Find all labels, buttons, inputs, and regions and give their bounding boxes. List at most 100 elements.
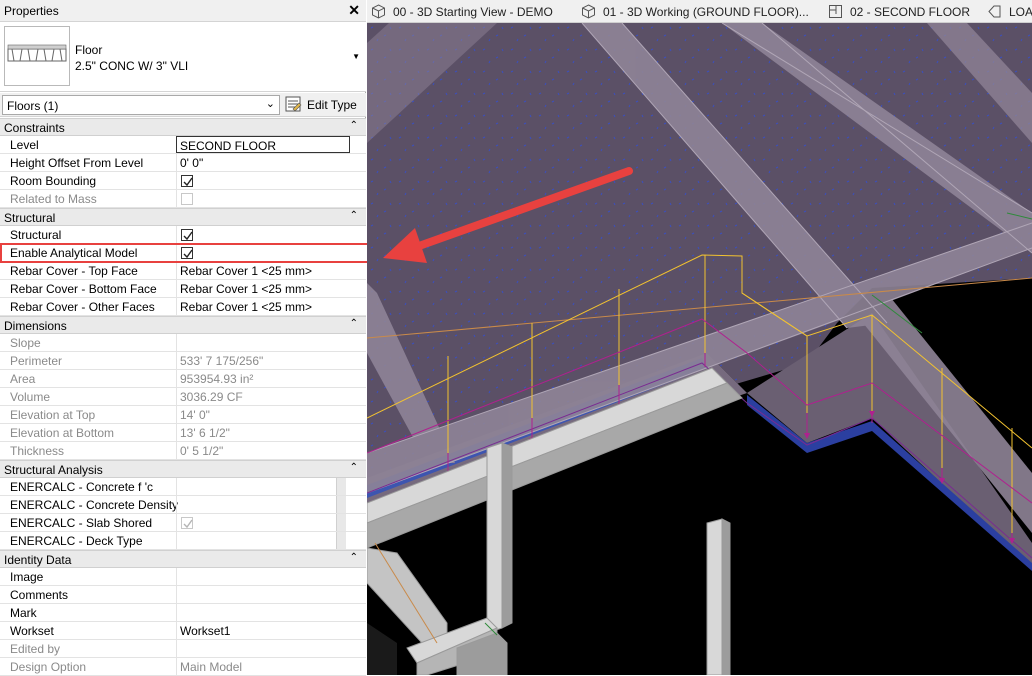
group-dimensions[interactable]: Dimensions ⌃ [0,316,366,334]
mark-field[interactable] [176,604,350,621]
cube-icon [371,4,386,19]
related-mass-cell [176,190,350,207]
height-offset-field[interactable]: 0' 0" [176,154,350,171]
param-rebar-bottom[interactable]: Rebar Cover - Bottom Face Rebar Cover 1 … [0,280,366,298]
group-structural-analysis[interactable]: Structural Analysis ⌃ [0,460,366,478]
tab-loa[interactable]: LOA [983,0,1032,23]
floor-plan-icon [828,4,843,19]
tab-3d-working[interactable]: 01 - 3D Working (GROUND FLOOR)... [577,0,817,23]
param-value: 13' 6 1/2" [180,426,230,440]
collapse-icon[interactable]: ⌃ [350,318,358,329]
group-title: Structural [4,211,56,225]
param-comments[interactable]: Comments [0,586,366,604]
image-field[interactable] [176,568,350,585]
collapse-icon[interactable]: ⌃ [350,462,358,473]
edited-by-field [176,640,350,657]
rebar-other-field[interactable]: Rebar Cover 1 <25 mm> [176,298,350,315]
param-label: ENERCALC - Concrete f 'c [10,480,153,494]
tab-second-floor[interactable]: 02 - SECOND FLOOR [824,0,974,23]
param-value: Workset1 [180,624,231,638]
group-title: Dimensions [4,319,67,333]
param-slope: Slope [0,334,366,352]
collapse-icon[interactable]: ⌃ [350,552,358,563]
group-constraints[interactable]: Constraints ⌃ [0,118,366,136]
slope-field [176,334,350,351]
area-field: 953954.93 in² [176,370,350,387]
palette-title-bar: Properties ✕ [0,0,366,22]
param-label: Comments [10,588,69,602]
edit-type-button[interactable]: Edit Type [285,95,363,115]
enercalc-deck-field[interactable] [176,532,350,549]
param-mark[interactable]: Mark [0,604,366,622]
tab-label: 01 - 3D Working (GROUND FLOOR)... [603,5,809,19]
collapse-icon[interactable]: ⌃ [350,120,358,131]
param-label: Room Bounding [10,174,97,188]
param-image[interactable]: Image [0,568,366,586]
param-label: Image [10,570,44,584]
enercalc-shored-cell [176,514,350,531]
param-label: Area [10,372,36,386]
room-bounding-cell [176,172,350,189]
param-enercalc-density[interactable]: ENERCALC - Concrete Density [0,496,366,514]
param-enercalc-fc[interactable]: ENERCALC - Concrete f 'c [0,478,366,496]
3d-viewport[interactable] [367,23,1032,675]
param-structural[interactable]: Structural [0,226,366,244]
level-field[interactable]: SECOND FLOOR [176,136,350,153]
browse-button[interactable] [336,478,346,495]
browse-button[interactable] [336,532,346,549]
room-bounding-checkbox[interactable] [181,175,193,187]
param-label: Rebar Cover - Bottom Face [10,282,157,296]
param-label: Level [10,138,39,152]
browse-button[interactable] [336,496,346,513]
elevation-bottom-field: 13' 6 1/2" [176,424,350,441]
param-rebar-top[interactable]: Rebar Cover - Top Face Rebar Cover 1 <25… [0,262,366,280]
param-value: 953954.93 in² [180,372,254,386]
param-workset[interactable]: Workset Workset1 [0,622,366,640]
param-area: Area 953954.93 in² [0,370,366,388]
param-rebar-other[interactable]: Rebar Cover - Other Faces Rebar Cover 1 … [0,298,366,316]
close-icon[interactable]: ✕ [348,2,360,19]
type-dropdown-icon[interactable]: ▼ [352,52,360,61]
param-level[interactable]: Level SECOND FLOOR [0,136,366,154]
enercalc-fc-field[interactable] [176,478,350,495]
param-height-offset[interactable]: Height Offset From Level 0' 0" [0,154,366,172]
tab-label: 00 - 3D Starting View - DEMO [393,5,553,19]
param-label: Workset [10,624,54,638]
collapse-icon[interactable]: ⌃ [350,210,358,221]
enercalc-shored-checkbox[interactable] [181,517,193,529]
enable-analytical-checkbox[interactable] [181,247,193,259]
elevation-top-field: 14' 0" [176,406,350,423]
group-structural[interactable]: Structural ⌃ [0,208,366,226]
param-enercalc-shored[interactable]: ENERCALC - Slab Shored [0,514,366,532]
rebar-bottom-field[interactable]: Rebar Cover 1 <25 mm> [176,280,350,297]
tab-3d-starting-view[interactable]: 00 - 3D Starting View - DEMO [367,0,572,23]
param-enable-analytical-model[interactable]: Enable Analytical Model [0,244,366,262]
param-label: Structural [10,228,62,242]
param-label: Height Offset From Level [10,156,144,170]
param-label: Elevation at Top [10,408,96,422]
param-label: ENERCALC - Slab Shored [10,516,153,530]
param-value: Rebar Cover 1 <25 mm> [180,300,313,314]
workset-field[interactable]: Workset1 [176,622,350,639]
param-room-bounding[interactable]: Room Bounding [0,172,366,190]
param-value: 533' 7 175/256" [180,354,264,368]
enercalc-density-field[interactable] [176,496,350,513]
group-title: Structural Analysis [4,463,103,477]
type-selector[interactable]: Floor 2.5" CONC W/ 3" VLI ▼ [0,22,366,92]
floor-type-thumbnail-icon [4,26,70,86]
param-elevation-top: Elevation at Top 14' 0" [0,406,366,424]
properties-palette: Properties ✕ Floor 2.5" CONC W/ 3" VLI ▼… [0,0,366,676]
param-value: 0' 5 1/2" [180,444,224,458]
param-enercalc-deck[interactable]: ENERCALC - Deck Type [0,532,366,550]
instance-filter-dropdown[interactable]: Floors (1) ⌄ [2,95,280,115]
param-label: Mark [10,606,37,620]
enable-analytical-cell [176,244,350,261]
comments-field[interactable] [176,586,350,603]
rebar-top-field[interactable]: Rebar Cover 1 <25 mm> [176,262,350,279]
param-perimeter: Perimeter 533' 7 175/256" [0,352,366,370]
group-identity-data[interactable]: Identity Data ⌃ [0,550,366,568]
structural-checkbox[interactable] [181,229,193,241]
browse-button[interactable] [336,514,346,531]
param-thickness: Thickness 0' 5 1/2" [0,442,366,460]
param-related-mass: Related to Mass [0,190,366,208]
